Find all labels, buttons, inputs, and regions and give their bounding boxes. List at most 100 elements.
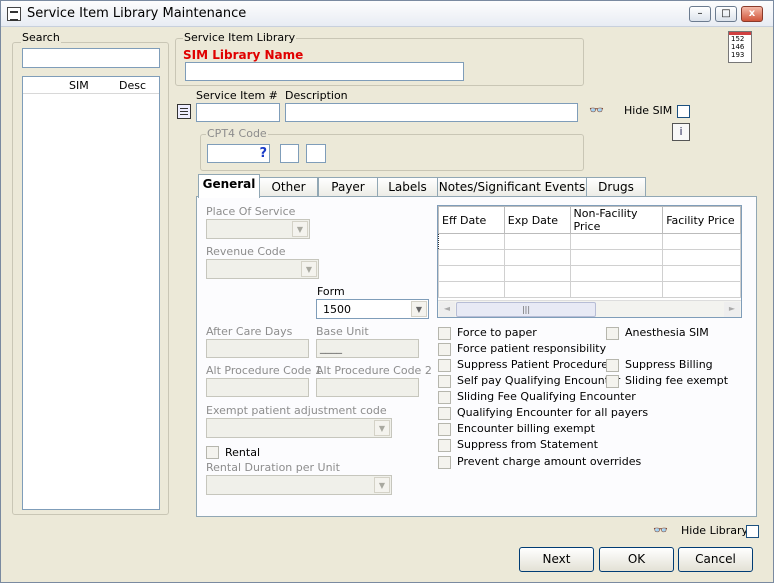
chevron-down-icon[interactable]: ▼	[411, 301, 427, 317]
self-pay-qualifying-checkbox[interactable]	[438, 375, 451, 388]
suppress-billing-checkbox[interactable]	[606, 359, 619, 372]
table-row[interactable]	[438, 233, 741, 250]
qualifying-all-payers-checkbox[interactable]	[438, 407, 451, 420]
tab-payer[interactable]: Payer	[318, 177, 378, 197]
place-of-service-combo[interactable]: ▼	[206, 219, 310, 239]
table-cell[interactable]	[503, 281, 571, 298]
next-button[interactable]: Next	[519, 547, 594, 572]
force-to-paper-label: Force to paper	[457, 326, 537, 339]
anesthesia-sim-checkbox[interactable]	[606, 327, 619, 340]
scroll-left-icon[interactable]: ◄	[439, 302, 455, 317]
exempt-adjustment-combo[interactable]: ▼	[206, 418, 392, 438]
cpt4-input[interactable]: ?	[207, 144, 270, 163]
table-cell[interactable]	[438, 249, 505, 266]
alt-procedure-code-2-input[interactable]	[316, 378, 419, 397]
table-cell[interactable]	[503, 265, 571, 282]
base-unit-input[interactable]: ____	[316, 339, 419, 358]
table-cell[interactable]	[662, 233, 741, 250]
cpt4-lookup-icon[interactable]: ?	[259, 146, 267, 161]
chevron-down-icon[interactable]: ▼	[374, 477, 390, 493]
window-title: Service Item Library Maintenance	[27, 6, 247, 21]
tab-labels[interactable]: Labels	[377, 177, 438, 197]
revenue-code-combo[interactable]: ▼	[206, 259, 319, 279]
ok-button[interactable]: OK	[599, 547, 674, 572]
close-button[interactable]: x	[741, 6, 763, 22]
table-cell[interactable]	[569, 233, 664, 250]
tab-other[interactable]: Other	[259, 177, 318, 197]
search-input[interactable]	[22, 48, 160, 68]
alt-procedure-code-1-input[interactable]	[206, 378, 309, 397]
library-name-input[interactable]	[185, 62, 464, 81]
sliding-fee-qualifying-checkbox[interactable]	[438, 391, 451, 404]
force-patient-responsibility-label: Force patient responsibility	[457, 342, 607, 355]
table-row[interactable]	[438, 265, 741, 282]
hide-library-checkbox[interactable]	[746, 525, 759, 538]
app-window: Service Item Library Maintenance – □ x S…	[0, 0, 774, 583]
table-cell[interactable]	[569, 281, 664, 298]
after-care-days-input[interactable]	[206, 339, 309, 358]
table-cell[interactable]	[569, 265, 664, 282]
rental-label: Rental	[225, 446, 260, 459]
maximize-button[interactable]: □	[715, 6, 737, 22]
minimize-button[interactable]: –	[689, 6, 711, 22]
rental-checkbox[interactable]	[206, 446, 219, 459]
table-row[interactable]	[438, 249, 741, 266]
sliding-fee-exempt-checkbox[interactable]	[606, 375, 619, 388]
force-patient-responsibility-checkbox[interactable]	[438, 343, 451, 356]
tab-drugs[interactable]: Drugs	[586, 177, 646, 197]
cpt4-modifier-1[interactable]	[280, 144, 299, 163]
suppress-from-statement-checkbox[interactable]	[438, 439, 451, 452]
calendar-icon[interactable]: 152 146 193	[728, 31, 752, 63]
cancel-button[interactable]: Cancel	[678, 547, 753, 572]
search-label: Search	[21, 31, 61, 44]
column-desc[interactable]: Desc	[119, 79, 146, 92]
column-exp-date[interactable]: Exp Date	[503, 206, 571, 234]
library-name-label: SIM Library Name	[183, 48, 304, 62]
column-eff-date[interactable]: Eff Date	[438, 206, 505, 234]
table-cell[interactable]	[569, 249, 664, 266]
tab-notes[interactable]: Notes/Significant Events	[437, 177, 587, 197]
table-cell[interactable]	[503, 249, 571, 266]
description-input[interactable]	[285, 103, 578, 122]
force-to-paper-checkbox[interactable]	[438, 327, 451, 340]
column-sim[interactable]: SIM	[69, 79, 89, 92]
search-results-list[interactable]: SIM Desc	[22, 76, 160, 510]
alt-procedure-code-1-label: Alt Procedure Code 1	[206, 364, 322, 377]
table-cell[interactable]	[662, 265, 741, 282]
form-combo[interactable]: 1500 ▼	[316, 299, 429, 319]
table-cell[interactable]	[438, 281, 505, 298]
table-cell[interactable]	[438, 265, 505, 282]
column-non-facility-price[interactable]: Non-Facility Price	[569, 206, 664, 234]
column-facility-price[interactable]: Facility Price	[662, 206, 741, 234]
suppress-patient-procedure-label: Suppress Patient Procedure	[457, 358, 608, 371]
tab-general[interactable]: General	[198, 174, 260, 198]
hide-library-label: Hide Library	[681, 524, 749, 537]
chevron-down-icon[interactable]: ▼	[301, 261, 317, 277]
service-item-input[interactable]	[196, 103, 280, 122]
table-cell[interactable]	[662, 249, 741, 266]
title-bar: Service Item Library Maintenance – □ x	[1, 1, 773, 27]
encounter-billing-exempt-checkbox[interactable]	[438, 423, 451, 436]
glasses-disguise-icon: 👓	[589, 103, 604, 117]
rental-duration-combo[interactable]: ▼	[206, 475, 392, 495]
table-row[interactable]	[438, 281, 741, 298]
horizontal-scrollbar[interactable]: ◄ ||| ►	[438, 300, 741, 317]
table-cell[interactable]	[662, 281, 741, 298]
suppress-from-statement-label: Suppress from Statement	[457, 438, 598, 451]
table-cell[interactable]	[503, 233, 571, 250]
cpt4-modifier-2[interactable]	[306, 144, 326, 163]
scroll-thumb[interactable]: |||	[456, 302, 596, 317]
hide-sim-checkbox[interactable]	[677, 105, 690, 118]
chevron-down-icon[interactable]: ▼	[292, 221, 308, 237]
anesthesia-sim-label: Anesthesia SIM	[625, 326, 709, 339]
app-icon	[7, 7, 21, 21]
table-cell[interactable]	[438, 233, 505, 250]
chevron-down-icon[interactable]: ▼	[374, 420, 390, 436]
form-value: 1500	[323, 303, 351, 316]
suppress-patient-procedure-checkbox[interactable]	[438, 359, 451, 372]
prevent-charge-overrides-checkbox[interactable]	[438, 456, 451, 469]
notes-icon[interactable]	[177, 104, 191, 119]
scroll-right-icon[interactable]: ►	[724, 302, 740, 317]
price-grid-table: Eff Date Exp Date Non-Facility Price Fac…	[438, 206, 741, 298]
info-icon[interactable]: i	[672, 123, 690, 141]
